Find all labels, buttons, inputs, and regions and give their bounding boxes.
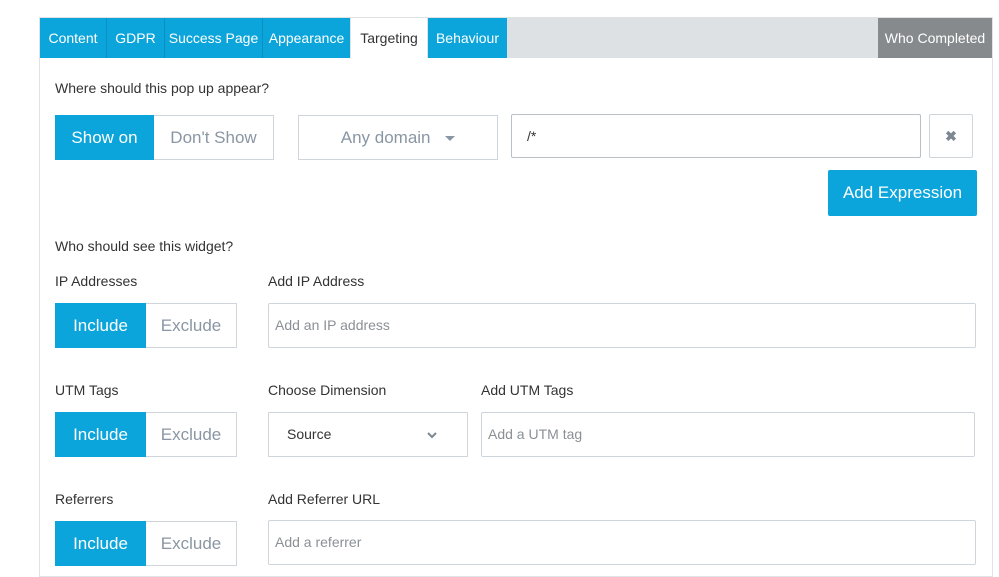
tab-bar: Content GDPR Success Page Appearance Tar… xyxy=(40,18,992,58)
utm-exclude-button[interactable]: Exclude xyxy=(146,412,237,457)
remove-expression-button[interactable]: ✖ xyxy=(929,114,973,158)
path-input[interactable]: /* xyxy=(511,114,921,158)
show-on-button[interactable]: Show on xyxy=(55,115,154,160)
ip-toggle: Include Exclude xyxy=(55,303,237,348)
ip-addresses-label: IP Addresses xyxy=(55,273,138,289)
tab-appearance[interactable]: Appearance xyxy=(262,18,350,58)
add-expression-button[interactable]: Add Expression xyxy=(828,170,977,216)
dimension-select[interactable]: Source xyxy=(268,412,468,457)
ip-address-input[interactable]: Add an IP address xyxy=(268,303,976,348)
ip-include-button[interactable]: Include xyxy=(55,303,146,348)
referrer-toggle: Include Exclude xyxy=(55,521,237,566)
utm-tag-input[interactable]: Add a UTM tag xyxy=(481,412,975,457)
utm-toggle: Include Exclude xyxy=(55,412,237,457)
domain-select-value: Any domain xyxy=(340,128,431,147)
who-completed-tab[interactable]: Who Completed xyxy=(878,18,992,58)
domain-select[interactable]: Any domain xyxy=(298,115,498,160)
choose-dimension-label: Choose Dimension xyxy=(268,382,387,398)
show-toggle: Show on Don't Show xyxy=(55,115,274,160)
utm-tags-label: UTM Tags xyxy=(55,382,119,398)
tab-content[interactable]: Content xyxy=(40,18,106,58)
tab-targeting[interactable]: Targeting xyxy=(350,18,428,58)
tab-gdpr[interactable]: GDPR xyxy=(106,18,164,58)
utm-include-button[interactable]: Include xyxy=(55,412,146,457)
referrer-include-button[interactable]: Include xyxy=(55,521,146,566)
chevron-down-icon xyxy=(427,432,437,439)
close-icon: ✖ xyxy=(945,128,957,144)
location-question: Where should this pop up appear? xyxy=(55,80,270,96)
add-utm-label: Add UTM Tags xyxy=(481,382,574,398)
referrer-input[interactable]: Add a referrer xyxy=(268,520,976,565)
targeting-panel xyxy=(39,17,993,577)
referrer-exclude-button[interactable]: Exclude xyxy=(146,521,237,566)
add-ip-label: Add IP Address xyxy=(268,273,365,289)
dimension-select-value: Source xyxy=(287,426,332,442)
referrers-label: Referrers xyxy=(55,491,114,507)
audience-question: Who should see this widget? xyxy=(55,238,234,254)
ip-exclude-button[interactable]: Exclude xyxy=(146,303,237,348)
tab-behaviour[interactable]: Behaviour xyxy=(428,18,507,58)
caret-down-icon xyxy=(445,136,456,142)
dont-show-button[interactable]: Don't Show xyxy=(154,115,274,160)
add-referrer-label: Add Referrer URL xyxy=(268,491,381,507)
tab-success-page[interactable]: Success Page xyxy=(164,18,262,58)
